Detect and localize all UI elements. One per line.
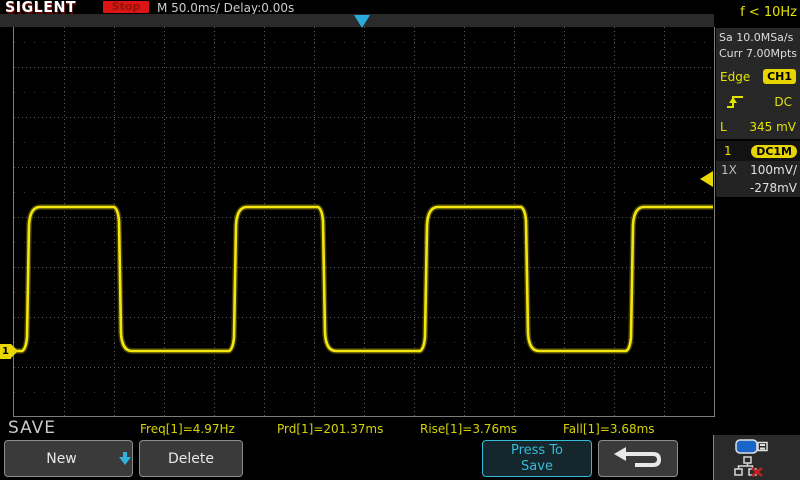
usb-icon bbox=[735, 438, 771, 455]
delete-button[interactable]: Delete bbox=[139, 440, 243, 477]
graticule bbox=[13, 27, 715, 417]
lan-disconnected-icon bbox=[734, 456, 766, 477]
return-arrow-icon bbox=[609, 446, 667, 472]
graticule-lines bbox=[14, 27, 714, 416]
timebase-readout: M 50.0ms/ Delay:0.00s bbox=[157, 1, 294, 15]
measurement-freq: Freq[1]=4.97Hz bbox=[140, 422, 235, 436]
vertical-scale-readout: 100mV/ bbox=[750, 163, 797, 177]
trigger-coupling-label: DC bbox=[774, 95, 792, 109]
save-button-label-line2: Save bbox=[521, 459, 553, 475]
trigger-level-value: 345 mV bbox=[749, 120, 796, 134]
delete-button-label: Delete bbox=[168, 451, 214, 467]
return-button[interactable] bbox=[598, 440, 678, 477]
measurement-fall: Fall[1]=3.68ms bbox=[563, 422, 655, 436]
trigger-type-label: Edge bbox=[720, 70, 750, 84]
trigger-level-label: L bbox=[720, 120, 727, 134]
probe-attenuation-readout: 1X bbox=[721, 163, 737, 177]
sample-rate-readout: Sa 10.0MSa/s bbox=[716, 30, 800, 46]
channel1-ground-marker: 1 bbox=[0, 344, 11, 359]
memory-depth-readout: Curr 7.00Mpts bbox=[716, 46, 800, 62]
acquisition-panel: Sa 10.0MSa/s Curr 7.00Mpts bbox=[716, 28, 800, 64]
status-icons-panel bbox=[713, 435, 800, 480]
new-button[interactable]: New bbox=[4, 440, 133, 477]
save-button-label-line1: Press To bbox=[511, 443, 563, 459]
trigger-frequency-readout: f < 10Hz bbox=[740, 5, 797, 20]
oscilloscope-screen: SIGLENT Stop M 50.0ms/ Delay:0.00s f < 1… bbox=[0, 0, 800, 480]
channel1-panel: 1 DC1M 1X 100mV/ -278mV bbox=[716, 141, 800, 197]
new-button-label: New bbox=[46, 451, 77, 467]
channel-coupling-badge: DC1M bbox=[751, 145, 797, 158]
trigger-panel: Edge CH1 DC L 345 mV bbox=[716, 64, 800, 139]
measurement-period: Prd[1]=201.37ms bbox=[277, 422, 383, 436]
trigger-level-marker-icon bbox=[700, 171, 713, 187]
measurement-rise: Rise[1]=3.76ms bbox=[420, 422, 517, 436]
run-state-badge: Stop bbox=[103, 1, 149, 13]
trigger-source-badge: CH1 bbox=[763, 69, 796, 84]
rising-edge-icon bbox=[724, 93, 746, 110]
channel-number-label: 1 bbox=[724, 144, 732, 158]
vertical-offset-readout: -278mV bbox=[750, 181, 797, 195]
menu-title: SAVE bbox=[8, 418, 56, 438]
press-to-save-button[interactable]: Press To Save bbox=[482, 440, 592, 477]
